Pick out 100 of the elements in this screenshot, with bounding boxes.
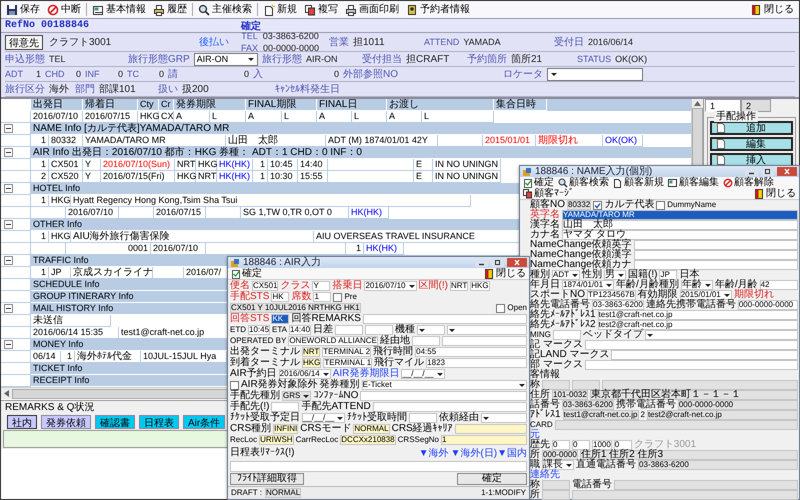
dropdown[interactable]: 2015/01/01 [680,290,732,300]
text-field[interactable]: 14:40 [289,325,312,335]
toolbar-button[interactable]: 顧客解除 [722,177,775,188]
collapse-icon[interactable] [4,340,13,349]
toolbar-button[interactable]: 顧客ﾏｰｼﾞ [522,188,575,199]
dropdown-caret-icon[interactable] [565,462,573,468]
dropdown[interactable]: 男 [604,270,626,280]
tab[interactable]: 社内 [7,415,37,429]
maximize-button[interactable] [491,258,504,267]
minimize-button[interactable] [475,258,488,267]
close-button[interactable] [777,167,797,176]
dropdown-caret-icon[interactable] [436,371,444,377]
payment-link[interactable]: 後払い [199,35,229,49]
text-field[interactable] [372,402,527,412]
toolbar-button[interactable]: 予約者情報 [404,2,472,17]
text-field[interactable]: 000-0000-0000 [678,400,798,410]
dropdown-caret-icon[interactable] [482,415,490,421]
text-field[interactable]: Y [312,281,330,291]
text-field[interactable]: 04:55 [415,347,527,357]
text-field[interactable]: YAMADA/TARO MR [562,210,798,220]
text-field[interactable]: 10:45 [248,325,270,335]
dropdown[interactable]: AIR-ON [194,52,258,66]
text-field[interactable]: TERMINAL 2 [322,347,372,357]
tab[interactable]: 確認書 [95,415,135,429]
text-field[interactable]: NORMAL [264,488,302,498]
dropdown-caret-icon[interactable] [336,415,344,421]
text-field[interactable]: TERMINAL 1 [323,358,372,368]
text-field[interactable] [542,490,570,500]
tab[interactable]: 日程表 [139,415,179,429]
dropdown-caret-icon[interactable] [246,56,255,62]
text-field[interactable]: test2@craft-net.co.jp [646,410,798,420]
text-field[interactable]: test1@craft-net.co.jp [562,410,638,420]
checkbox[interactable] [333,292,342,302]
text-field[interactable]: test1@craft-net.co.jp [598,310,798,320]
maximize-button[interactable] [761,167,774,176]
link[interactable]: ▼海外 [418,446,449,460]
scroll-left-icon[interactable] [4,390,9,397]
text-field[interactable] [634,260,798,270]
dropdown[interactable]: 年齢 [680,280,713,290]
checkbox[interactable] [496,304,506,312]
dropdown[interactable]: 2016/07/10 [364,281,417,291]
text-field[interactable]: 0 [572,440,590,450]
close-button[interactable]: 閉じる [752,188,797,199]
text-field[interactable]: 03-3863-6200 [562,400,614,410]
toolbar-button[interactable]: 顧客検索 [557,177,610,188]
checkbox[interactable] [656,200,666,210]
text-field[interactable] [614,480,798,490]
text-field[interactable] [572,490,798,500]
text-field[interactable] [554,420,798,430]
text-field[interactable]: HKG [470,281,490,291]
dropdown[interactable]: GRS [282,391,312,401]
toolbar-button[interactable]: 確定 [522,177,555,188]
text-field[interactable]: NRT [302,347,320,357]
text-field[interactable]: 000-0000 [542,450,578,460]
text-field[interactable] [365,325,394,335]
text-field[interactable]: JP [659,270,678,280]
checkbox[interactable] [593,200,602,210]
toolbar-button[interactable]: 顧客編集 [667,177,720,188]
text-field[interactable]: 東京都千代田区岩本町１－１－１ [590,390,798,400]
dropdown[interactable] [417,325,446,335]
button[interactable]: 確定 [457,473,527,485]
dropdown[interactable]: 2016/06/14 [278,369,331,379]
dropdown-caret-icon[interactable] [550,71,558,77]
text-field[interactable] [454,424,527,434]
dropdown-caret-icon[interactable] [408,283,416,289]
text-field[interactable]: 1823 [426,358,527,368]
tab[interactable]: 発券依頼 [41,415,91,429]
text-field[interactable]: 80332 [567,200,592,210]
scroll-up-icon[interactable] [694,101,701,106]
dropdown-caret-icon[interactable] [605,282,614,288]
toolbar-button[interactable]: 新規 [261,2,299,17]
toolbar-button[interactable]: 基本情報 [90,2,148,17]
text-field[interactable] [442,336,527,346]
text-field[interactable]: 42 [760,280,798,290]
text-field[interactable]: 山田 太郎 [562,220,798,230]
text-field[interactable]: 1 [441,435,527,445]
dropdown-caret-icon[interactable] [322,371,330,377]
text-field[interactable]: 101-0032 [552,390,588,400]
text-field[interactable]: ONEWORLD ALLIANCE [288,336,378,346]
toolbar-button[interactable]: 複写 [302,2,340,17]
text-field[interactable] [634,240,798,250]
toolbar-button[interactable]: 保存 [4,2,42,17]
text-field[interactable] [362,314,527,324]
toolbar-button[interactable]: 確定 [230,268,263,279]
action-button[interactable]: 追加 [710,121,793,135]
text-field[interactable]: 0 [552,440,570,450]
text-field[interactable]: HKG [302,358,322,368]
tab[interactable]: Air条件 [183,415,226,429]
dropdown-caret-icon[interactable] [418,327,426,333]
text-field[interactable] [360,391,527,401]
dropdown[interactable]: __/__/__ [302,413,346,423]
dropdown-caret-icon[interactable] [722,292,731,298]
minimize-button[interactable] [745,167,758,176]
checkbox[interactable] [230,380,239,390]
text-field[interactable]: test2@craft-net.co.jp [598,320,798,330]
text-field[interactable] [271,402,300,412]
text-field[interactable]: URIWSH [259,435,294,445]
text-field[interactable]: CX501 Y 10JUL2016 NRTHKG HK1 [230,303,361,313]
dropdown-caret-icon[interactable] [448,327,456,333]
dropdown[interactable]: E-Ticket [362,380,527,390]
